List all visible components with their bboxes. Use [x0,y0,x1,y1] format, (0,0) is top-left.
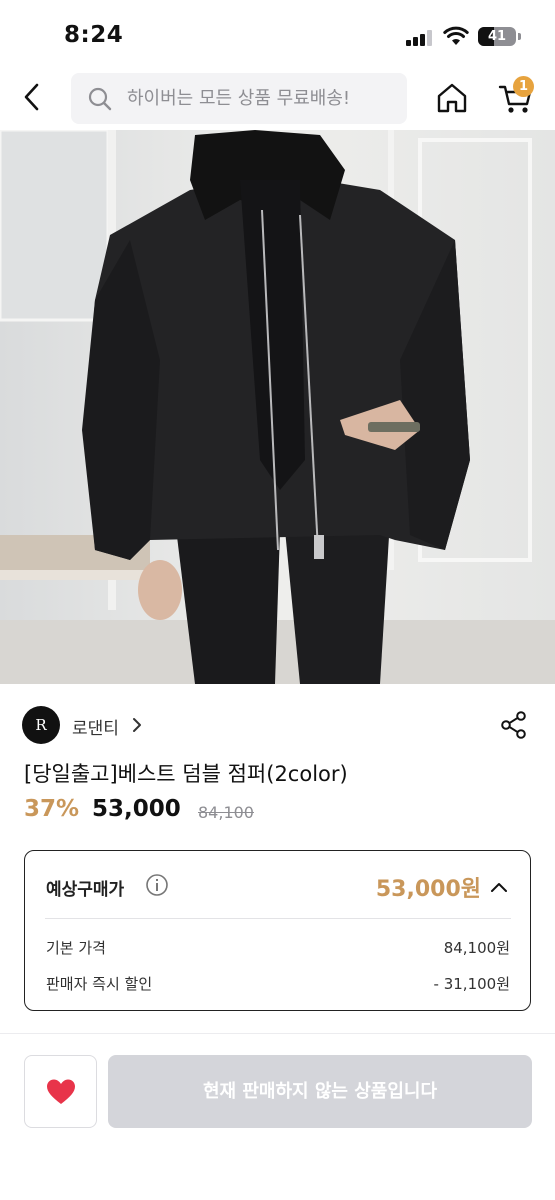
wifi-icon [443,26,469,45]
info-icon[interactable] [145,873,169,897]
chevron-right-icon [133,718,141,732]
search-icon [88,87,112,111]
estimated-price-card: 예상구매가 53,000원 기본 가격 84,100원 판매자 즉시 할인 - … [24,850,531,1011]
back-icon [24,83,39,111]
original-price: 84,100 [198,803,254,822]
product-photo [0,130,555,684]
brand-name[interactable]: 로댄티 [72,714,119,739]
discount-rate: 37% [24,796,80,822]
status-bar: 8:24 41 [0,0,555,68]
battery-cap [518,33,521,40]
estimated-price-label: 예상구매가 [46,880,125,900]
section-divider [0,1033,555,1034]
heart-icon [46,1079,75,1104]
estimated-price-value: 53,000원 [375,877,481,902]
brand-logo: R [22,706,60,744]
buy-button[interactable]: 현재 판매하지 않는 상품입니다 [108,1055,532,1128]
status-time: 8:24 [64,22,124,48]
card-divider [45,918,511,919]
like-button[interactable] [24,1055,97,1128]
seller-discount-value: - 31,100원 [433,975,510,993]
cellular-signal-icon [406,30,432,46]
base-price-value: 84,100원 [443,939,510,957]
back-button[interactable] [14,78,50,116]
battery-icon: 41 [478,27,516,46]
sale-price: 53,000 [92,796,181,822]
chevron-up-icon[interactable] [487,875,511,899]
brand-row[interactable]: R 로댄티 [22,706,533,744]
product-title: [당일출고]베스트 덤블 점퍼(2color) [24,762,348,786]
battery-level: 41 [487,29,507,44]
share-icon[interactable] [499,710,529,740]
search-bar[interactable] [71,73,407,124]
seller-discount-label: 판매자 즉시 할인 [46,975,153,993]
cart-count-badge: 1 [513,76,534,97]
top-nav [0,68,555,130]
home-icon[interactable] [433,79,471,117]
search-input[interactable] [127,73,397,124]
base-price-label: 기본 가격 [46,939,106,957]
product-image[interactable] [0,130,555,684]
